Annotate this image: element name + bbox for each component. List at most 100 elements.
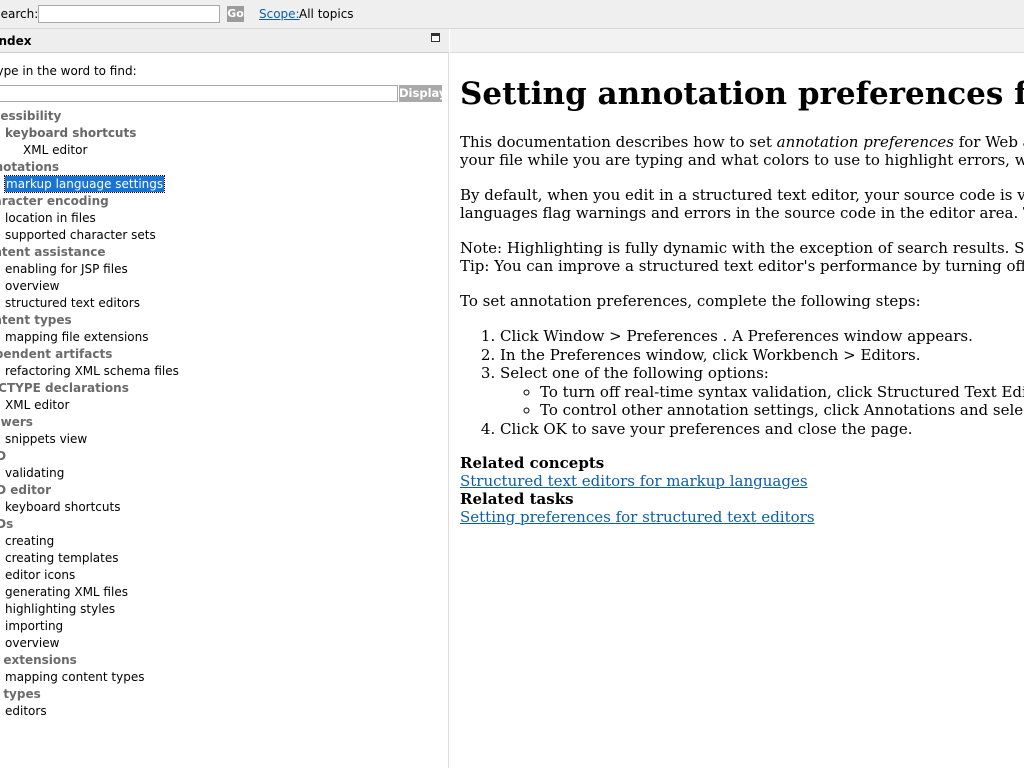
index-entry-label: XML editor [5,398,70,412]
index-entry[interactable]: drawers [0,414,449,431]
index-entry-label: character encoding [0,194,109,208]
index-entry[interactable]: mapping content types [0,669,449,686]
related-concepts-heading: Related concepts [460,454,605,472]
step-item: Click OK to save your preferences and cl… [500,420,1024,439]
index-entry-label: location in files [5,211,96,225]
index-entry-label: creating templates [5,551,119,565]
index-entry[interactable]: highlighting styles [0,601,449,618]
topic-content: Setting annotation preferences for marku… [460,60,1024,768]
index-entry-label: highlighting styles [5,602,116,616]
index-entry-label: mapping content types [5,670,145,684]
index-entry[interactable]: content assistance [0,244,449,261]
index-entry-label: importing [5,619,64,633]
index-pane-header: Index [0,29,449,53]
step-item: Click Window > Preferences . A Preferenc… [500,327,1024,346]
index-entry-label: accessibility [0,109,62,123]
index-entry-label: editor icons [5,568,76,582]
substeps-list: To turn off real-time syntax validation,… [500,383,1024,420]
index-entry-label: enabling for JSP files [5,262,128,276]
index-search-input[interactable] [0,85,398,102]
index-entry[interactable]: file extensions [0,652,449,669]
index-entry[interactable]: markup language settings [0,175,449,193]
index-entry[interactable]: creating [0,533,449,550]
index-entry[interactable]: accessibility [0,108,449,125]
index-entry-label: creating [5,534,55,548]
index-entry-label: keyboard shortcuts [5,126,137,140]
index-list: accessibility keyboard shortcuts XML edito… [0,108,449,720]
page-title: Setting annotation preferences for marku… [460,76,1024,112]
index-entry-label: XML editor [23,143,88,157]
substep-item: To turn off real-time syntax validation,… [540,383,1024,402]
index-entry[interactable]: character encoding [0,193,449,210]
content-toolbar [450,29,1024,53]
index-entry[interactable]: snippets view [0,431,449,448]
maximize-icon[interactable] [431,33,440,42]
index-entry[interactable]: dependent artifacts [0,346,449,363]
index-entry[interactable]: DTDs [0,516,449,533]
index-entry-label: snippets view [5,432,88,446]
index-entry[interactable]: annotations [0,159,449,176]
related-tasks-heading: Related tasks [460,490,574,508]
index-entry[interactable]: mapping file extensions [0,329,449,346]
index-entry[interactable]: DTD editor [0,482,449,499]
tip-text: Tip: You can improve a structured text e… [460,257,1024,275]
intro-paragraph: This documentation describes how to set … [460,133,1024,169]
search-input[interactable] [38,5,220,23]
index-entry[interactable]: keyboard shortcuts [0,125,449,142]
step-item: In the Preferences window, click Workben… [500,346,1024,365]
index-entry[interactable]: creating templates [0,550,449,567]
index-pane-title: Index [0,34,32,48]
index-entry[interactable]: file types [0,686,449,703]
index-entry-label: content types [0,313,72,327]
go-button[interactable]: Go [227,6,244,22]
index-entry[interactable]: generating XML files [0,584,449,601]
index-entry-label: refactoring XML schema files [5,364,179,378]
index-entry[interactable]: XML editor [0,142,449,159]
index-entry-label: file extensions [0,653,77,667]
related-concepts-link[interactable]: Structured text editors for markup langu… [460,472,808,490]
index-entry[interactable]: editors [0,703,449,720]
display-button[interactable]: Display [399,85,446,102]
index-entry[interactable]: supported character sets [0,227,449,244]
index-entry-label: DTD [0,449,7,463]
index-entry-label: editors [5,704,47,718]
search-toolbar: Search: Go Scope: All topics [0,0,1024,29]
index-entry[interactable]: overview [0,635,449,652]
index-entry-label: generating XML files [5,585,128,599]
index-entry-label: supported character sets [5,228,156,242]
index-entry[interactable]: XML editor [0,397,449,414]
index-entry-label: DOCTYPE declarations [0,381,129,395]
index-entry[interactable]: structured text editors [0,295,449,312]
index-entry[interactable]: enabling for JSP files [0,261,449,278]
index-entry-label: validating [5,466,65,480]
search-label: Search: [0,7,39,21]
note-paragraph: Note: Highlighting is fully dynamic with… [460,239,1024,275]
index-entry[interactable]: refactoring XML schema files [0,363,449,380]
index-entry-label: structured text editors [5,296,140,310]
steps-intro: To set annotation preferences, complete … [460,292,921,310]
index-entry-label: annotations [0,160,60,174]
step-item: Select one of the following options: To … [500,364,1024,420]
scope-value: All topics [299,7,354,21]
index-entry-label: overview [5,636,60,650]
steps-list: Click Window > Preferences . A Preferenc… [460,327,1024,438]
index-entry[interactable]: overview [0,278,449,295]
index-entry-label: markup language settings [3,175,166,193]
index-entry[interactable]: content types [0,312,449,329]
index-entry[interactable]: importing [0,618,449,635]
index-entry[interactable]: validating [0,465,449,482]
index-entry[interactable]: editor icons [0,567,449,584]
note-text: Note: Highlighting is fully dynamic with… [460,239,1024,257]
related-tasks-link[interactable]: Setting preferences for structured text … [460,508,815,526]
index-entry-label: dependent artifacts [0,347,113,361]
index-entry-label: keyboard shortcuts [5,500,121,514]
index-entry[interactable]: location in files [0,210,449,227]
index-entry[interactable]: DOCTYPE declarations [0,380,449,397]
index-entry-label: DTDs [0,517,14,531]
substep-item: To control other annotation settings, cl… [540,401,1024,420]
index-entry[interactable]: DTD [0,448,449,465]
index-entry-label: mapping file extensions [5,330,149,344]
index-prompt: Type in the word to find: [0,64,137,78]
scope-link[interactable]: Scope: [259,7,300,21]
index-entry[interactable]: keyboard shortcuts [0,499,449,516]
